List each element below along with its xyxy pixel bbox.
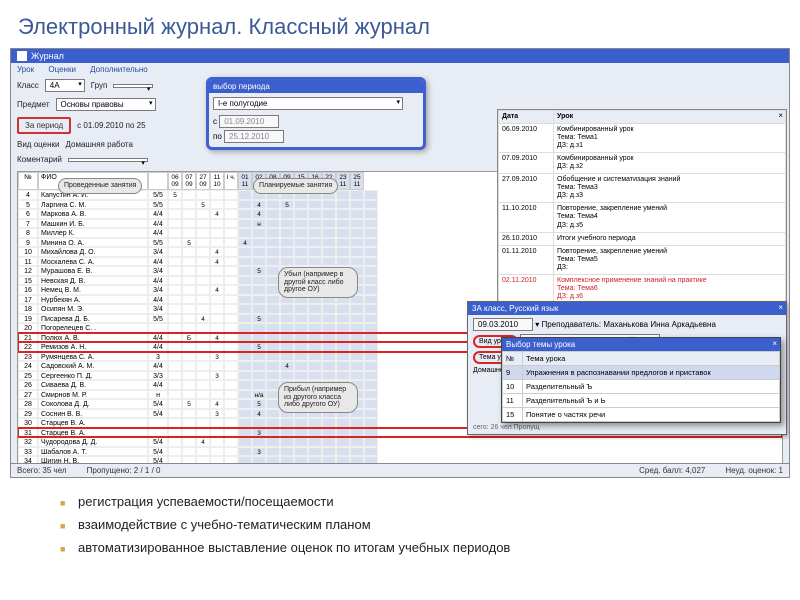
app-window: Журнал Урок Оценки Дополнительно Класс 4…	[10, 48, 790, 478]
topic-title-text: Выбор темы урока	[506, 340, 575, 349]
date-to-input[interactable]: 25.12.2010	[224, 130, 284, 143]
callout-left: Убыл (например в другой класс либо друго…	[278, 267, 358, 298]
date-col: 2709	[196, 172, 210, 190]
lesson-row[interactable]: 27.09.2010Обобщение и систематизация зна…	[499, 174, 786, 203]
date-col: 1110	[210, 172, 224, 190]
period-text: с 01.09.2010 по 25	[77, 121, 145, 130]
topic-name-hdr: Тема урока	[523, 352, 780, 366]
date-col: 0709	[182, 172, 196, 190]
grade-type-value: Домашняя работа	[65, 140, 132, 149]
lessons-date-hdr: Дата	[499, 111, 554, 124]
menu-grades[interactable]: Оценки	[48, 65, 76, 74]
bullet-1: регистрация успеваемости/посещаемости	[60, 492, 770, 513]
lesson-row[interactable]: 02.11.2010Комплексное применение знаний …	[499, 274, 786, 303]
topic-row[interactable]: 9Упражнения в распознавании предлогов и …	[503, 366, 780, 380]
bullet-3: автоматизированное выставление оценок по…	[60, 538, 770, 559]
date-col: 2311	[336, 172, 350, 190]
to-label: по	[213, 132, 222, 141]
status-total: Всего: 35 чел	[17, 466, 67, 475]
col-num-hdr: №	[18, 172, 38, 190]
mini-status: сего: 26 чел Пропущ	[473, 424, 781, 431]
callout-came: Прибыл (например из другого класса либо …	[278, 382, 358, 413]
window-title-text: Журнал	[31, 51, 64, 61]
lessons-lesson-hdr: Урок	[554, 111, 786, 124]
status-avg: Сред. балл: 4,027	[639, 466, 705, 475]
date-col: 0111	[238, 172, 252, 190]
topic-row[interactable]: 11Разделительный Ъ и Ь	[503, 394, 780, 408]
semester-dropdown[interactable]: I-е полугодие	[213, 97, 403, 110]
from-label: с	[213, 117, 217, 126]
status-bar: Всего: 35 чел Пропущено: 2 / 1 / 0 Сред.…	[11, 463, 789, 477]
class-label: Класс	[17, 81, 39, 90]
lessons-panel: × ДатаУрок 06.09.2010Комбинированный уро…	[497, 109, 787, 305]
comment-label: Коментарий	[17, 155, 62, 164]
topic-row[interactable]: 10Разделительный Ъ	[503, 380, 780, 394]
menu-extra[interactable]: Дополнительно	[90, 65, 148, 74]
table-row[interactable]: 32Чудородова Д. Д.5/44	[18, 437, 782, 447]
callout-plan: Планируемые занятия	[253, 178, 338, 194]
col-att-hdr	[148, 172, 168, 190]
group-dropdown[interactable]	[113, 84, 153, 88]
period-popup-title: выбор периода	[209, 80, 423, 93]
lesson-row[interactable]: 01.11.2010Повторение, закрепление умений…	[499, 245, 786, 274]
grade-type-label: Вид оценки	[17, 140, 59, 149]
status-bad: Неуд. оценок: 1	[725, 466, 783, 475]
teacher-label: Преподаватель:	[541, 320, 601, 329]
topic-row[interactable]: 15Понятие о частях речи	[503, 408, 780, 422]
teacher-name: Маханькова Инна Аркадьевна	[603, 320, 716, 329]
date-col: 0609	[168, 172, 182, 190]
period-button[interactable]: За период	[17, 117, 71, 134]
menu-bar: Урок Оценки Дополнительно	[11, 63, 789, 76]
topic-popup-title: Выбор темы урока ×	[502, 338, 780, 351]
app-icon	[17, 51, 27, 61]
lesson-row[interactable]: 11.10.2010Повторение, закрепление умений…	[499, 203, 786, 232]
subject-dropdown[interactable]: Основы правовы	[56, 98, 156, 111]
window-titlebar: Журнал	[11, 49, 789, 63]
close-icon[interactable]: ×	[778, 111, 783, 120]
group-label: Груп	[91, 81, 108, 90]
topic-chooser-popup: Выбор темы урока × №Тема урока 9Упражнени…	[501, 337, 781, 423]
date-col: 2511	[350, 172, 364, 190]
subject-label: Предмет	[17, 100, 50, 109]
status-missed: Пропущено: 2 / 1 / 0	[87, 466, 161, 475]
close-icon[interactable]: ×	[778, 303, 783, 312]
mini-titlebar: 3А класс, Русский язык ×	[468, 302, 786, 315]
period-popup: выбор периода I-е полугодие с 01.09.2010…	[206, 77, 426, 150]
comment-dropdown[interactable]	[68, 158, 148, 162]
lesson-row[interactable]: 07.09.2010Комбинированный урок ДЗ: д.з2	[499, 153, 786, 174]
quarter-col: I ч.	[224, 172, 238, 190]
mini-title-text: 3А класс, Русский язык	[472, 304, 558, 313]
bullets-list: регистрация успеваемости/посещаемости вз…	[0, 478, 800, 558]
lesson-date-input[interactable]: 09.03.2010	[473, 318, 533, 331]
table-row[interactable]: 33Шабалов А. Т.5/43	[18, 447, 782, 457]
topic-num-hdr: №	[503, 352, 523, 366]
slide-title: Электронный журнал. Классный журнал	[0, 0, 800, 48]
callout-done: Проведенные занятия	[58, 178, 142, 194]
class-dropdown[interactable]: 4А	[45, 79, 85, 92]
menu-lesson[interactable]: Урок	[17, 65, 34, 74]
close-icon[interactable]: ×	[772, 339, 777, 348]
lesson-row[interactable]: 26.10.2010Итоги учебного периода	[499, 232, 786, 245]
date-from-input[interactable]: 01.09.2010	[219, 115, 279, 128]
lesson-row[interactable]: 06.09.2010Комбинированный урок Тема: Тем…	[499, 124, 786, 153]
bullet-2: взаимодействие с учебно-тематическим пла…	[60, 515, 770, 536]
